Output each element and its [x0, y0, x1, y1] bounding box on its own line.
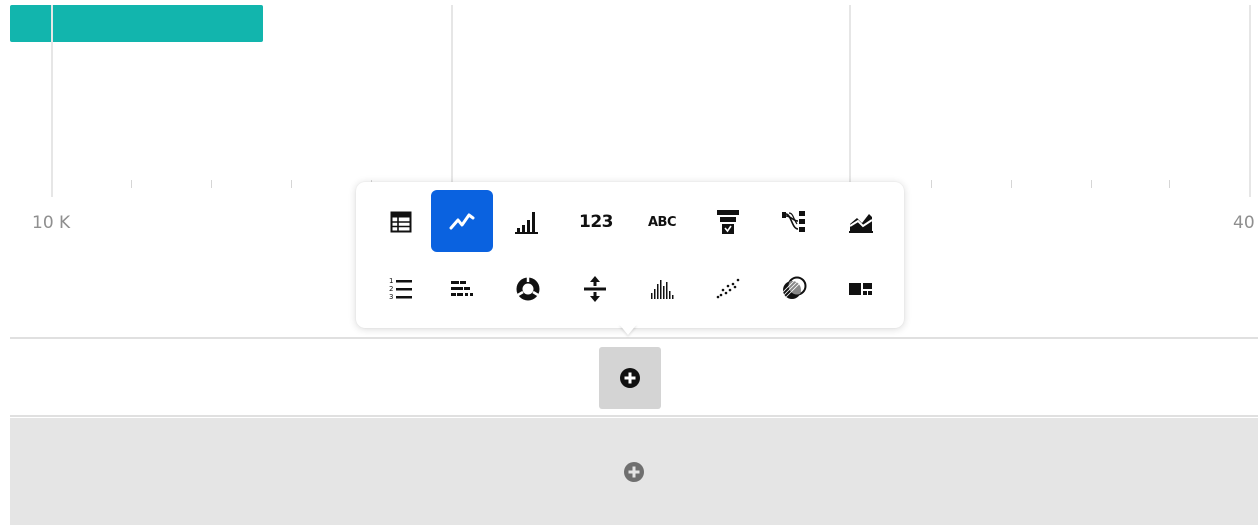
minor-tick	[931, 180, 932, 188]
gridline	[1249, 5, 1251, 197]
viz-ordered-list-button[interactable]: 1 2 3	[370, 258, 432, 320]
number-icon: 123	[579, 212, 614, 232]
donut-chart-icon	[516, 276, 540, 301]
popover-arrow	[619, 324, 637, 335]
axis-label-40: 40	[1233, 213, 1255, 233]
bar-chart-icon	[515, 212, 538, 234]
split-icon	[584, 276, 606, 302]
sankey-icon	[782, 211, 805, 232]
treemap-icon	[849, 283, 872, 295]
minor-tick	[1091, 180, 1092, 188]
area-chart-icon	[849, 214, 873, 233]
visualization-picker: 123 ABC 1 2 3	[356, 182, 904, 328]
venn-icon	[783, 276, 807, 299]
viz-venn-button[interactable]	[763, 258, 825, 320]
viz-text-button[interactable]: ABC	[631, 191, 693, 253]
viz-table-button[interactable]	[370, 191, 432, 253]
gridline	[51, 5, 53, 197]
viz-number-button[interactable]: 123	[565, 191, 627, 253]
minor-tick	[1011, 180, 1012, 188]
minor-tick	[291, 180, 292, 188]
viz-bar-chart-button[interactable]	[496, 191, 558, 253]
viz-line-chart-button[interactable]	[431, 190, 493, 252]
plus-circle-icon	[624, 461, 644, 482]
text-icon: ABC	[647, 214, 677, 230]
funnel-icon	[717, 210, 739, 234]
gridline	[451, 5, 453, 197]
line-chart-icon	[449, 213, 475, 230]
table-icon	[390, 211, 412, 233]
plus-circle-icon	[620, 368, 640, 388]
viz-treemap-button[interactable]	[830, 258, 892, 320]
ordered-list-icon: 1 2 3	[389, 277, 412, 301]
viz-area-chart-button[interactable]	[830, 191, 892, 253]
add-row-button[interactable]	[10, 418, 1258, 525]
svg-text:1: 1	[389, 277, 393, 285]
viz-scatter-plot-button[interactable]	[697, 258, 759, 320]
row-divider	[10, 415, 1258, 417]
gridline	[849, 5, 851, 197]
axis-label-10k: 10 K	[32, 213, 71, 233]
minor-tick	[131, 180, 132, 188]
svg-text:3: 3	[389, 293, 393, 301]
progress-bars-icon	[451, 281, 473, 296]
row-divider	[10, 337, 1258, 339]
scatter-plot-icon	[716, 278, 740, 299]
chart-bar[interactable]	[10, 5, 263, 42]
svg-text:2: 2	[389, 285, 393, 293]
minor-tick	[1169, 180, 1170, 188]
add-visualization-button[interactable]	[599, 347, 661, 409]
viz-split-button[interactable]	[564, 258, 626, 320]
viz-donut-chart-button[interactable]	[497, 258, 559, 320]
histogram-icon	[651, 280, 674, 299]
viz-histogram-button[interactable]	[631, 258, 693, 320]
viz-sankey-button[interactable]	[763, 191, 825, 253]
viz-progress-bars-button[interactable]	[431, 258, 493, 320]
viz-funnel-button[interactable]	[697, 191, 759, 253]
minor-tick	[211, 180, 212, 188]
